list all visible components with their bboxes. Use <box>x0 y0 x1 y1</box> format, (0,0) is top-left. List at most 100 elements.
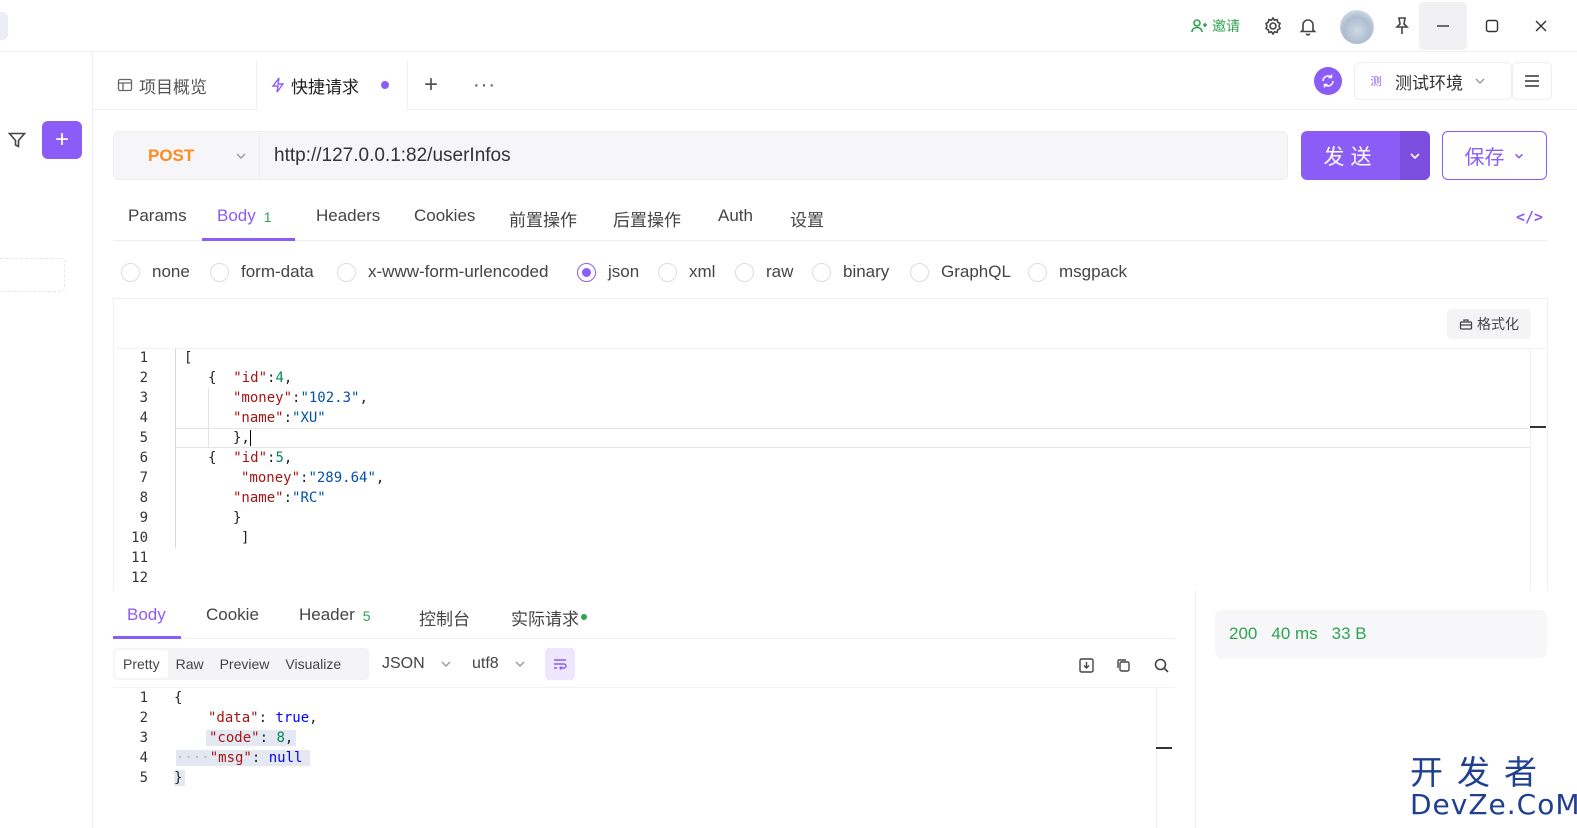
radio-body-xml[interactable]: xml <box>658 261 715 283</box>
minimize-button[interactable] <box>1419 2 1467 50</box>
generate-code-button[interactable]: </> <box>1516 208 1543 226</box>
line-number: 8 <box>139 490 148 506</box>
tab-badge: 1 <box>263 209 272 225</box>
invite-button[interactable]: 邀请 <box>1190 14 1240 38</box>
sidebar-collapse-handle[interactable] <box>0 12 8 40</box>
tab-label: 后置操作 <box>613 211 681 230</box>
tab-cookies[interactable]: Cookies <box>414 206 475 240</box>
maximize-button[interactable] <box>1468 2 1516 50</box>
tab-params[interactable]: Params <box>128 206 187 240</box>
menu-button[interactable] <box>1512 62 1552 100</box>
code-line: "money":"102.3", <box>233 390 368 406</box>
radio-body-none[interactable]: none <box>121 261 190 283</box>
view-mode-preview[interactable]: Preview <box>212 650 278 678</box>
view-mode-raw[interactable]: Raw <box>168 650 212 678</box>
view-mode-visualize[interactable]: Visualize <box>277 650 349 678</box>
format-button[interactable]: 格式化 <box>1447 309 1531 339</box>
view-mode-pretty[interactable]: Pretty <box>115 650 168 678</box>
more-icon: ··· <box>473 73 496 96</box>
search-response-button[interactable] <box>1150 654 1172 676</box>
plus-icon: + <box>424 71 439 98</box>
unsaved-indicator <box>381 81 389 89</box>
radio-body-raw[interactable]: raw <box>735 261 793 283</box>
close-icon <box>1535 20 1547 32</box>
close-window-button[interactable] <box>1517 2 1565 50</box>
environment-badge: 测 <box>1370 76 1382 88</box>
send-options-button[interactable] <box>1400 131 1430 180</box>
add-button[interactable]: + <box>42 121 82 159</box>
radio-label: json <box>608 262 640 281</box>
scrollbar-cursor-mark <box>1530 426 1546 428</box>
request-tabs-divider <box>113 240 1548 241</box>
tab-label: Body <box>217 206 256 225</box>
code-icon: </> <box>1516 208 1544 226</box>
tab-quick-request[interactable]: 快捷请求 <box>256 60 408 110</box>
response-tabs-divider <box>113 638 1175 639</box>
tab-label: 设置 <box>790 211 824 230</box>
radio-body-json[interactable]: json <box>577 261 639 283</box>
tab-settings[interactable]: 设置 <box>790 206 824 240</box>
pin-button[interactable] <box>1388 12 1416 40</box>
tab-auth[interactable]: Auth <box>718 206 753 240</box>
radio-body-form-data[interactable]: form-data <box>210 261 314 283</box>
radio-body-graphql[interactable]: GraphQL <box>910 261 1011 283</box>
editor-toolbar-divider <box>113 348 1548 349</box>
editor-scrollbar[interactable] <box>1530 349 1548 590</box>
tab-pre-request[interactable]: 前置操作 <box>509 206 577 240</box>
radio-circle <box>210 262 229 282</box>
url-value: http://127.0.0.1:82/userInfos <box>274 144 511 166</box>
notifications-button[interactable] <box>1294 12 1322 40</box>
tab-project-overview[interactable]: 项目概览 <box>117 60 207 110</box>
radio-label: none <box>152 262 190 281</box>
format-select[interactable]: JSON <box>382 648 453 680</box>
response-tab-cookie[interactable]: Cookie <box>206 605 259 635</box>
send-button[interactable]: 发送 <box>1301 131 1400 180</box>
response-tab-body[interactable]: Body <box>127 605 166 635</box>
wrap-icon <box>554 659 567 670</box>
code-line: { "id":5, <box>208 450 293 466</box>
line-number: 2 <box>139 370 148 386</box>
chevron-down-icon <box>441 661 451 667</box>
line-number: 2 <box>139 710 148 726</box>
line-number: 9 <box>139 510 148 526</box>
pin-icon <box>1395 17 1409 34</box>
settings-button[interactable] <box>1259 12 1287 40</box>
save-button[interactable]: 保存 <box>1442 131 1547 180</box>
encoding-select[interactable]: utf8 <box>472 648 527 680</box>
tab-headers[interactable]: Headers <box>316 206 380 240</box>
more-tabs-button[interactable]: ··· <box>473 60 496 110</box>
response-tab-console[interactable]: 控制台 <box>419 605 470 635</box>
radio-circle <box>812 262 831 282</box>
line-number: 4 <box>139 750 148 766</box>
radio-label: raw <box>766 262 794 281</box>
method-select[interactable]: POST <box>113 131 259 180</box>
radio-circle <box>121 262 140 282</box>
active-tab-indicator <box>202 238 295 241</box>
encoding-value: utf8 <box>472 655 499 672</box>
active-tab-indicator <box>113 636 181 639</box>
response-tab-header[interactable]: Header 5 <box>299 605 371 635</box>
download-response-button[interactable] <box>1075 654 1097 676</box>
watermark-en: DevZe.CoM <box>1410 788 1577 821</box>
radio-circle <box>577 262 596 282</box>
scrollbar-cursor-mark <box>1156 747 1172 749</box>
response-status-summary: 200 40 ms 33 B <box>1215 610 1547 658</box>
filter-button[interactable] <box>0 122 34 158</box>
radio-body-msgpack[interactable]: msgpack <box>1028 261 1127 283</box>
response-tab-actual-request[interactable]: 实际请求 <box>511 605 587 635</box>
new-tab-button[interactable]: + <box>424 60 438 110</box>
radio-body-binary[interactable]: binary <box>812 261 889 283</box>
response-panel-divider <box>1195 590 1196 828</box>
user-avatar[interactable] <box>1340 10 1374 44</box>
url-input[interactable]: http://127.0.0.1:82/userInfos <box>259 131 1288 180</box>
tab-post-request[interactable]: 后置操作 <box>613 206 681 240</box>
copy-response-button[interactable] <box>1112 654 1134 676</box>
code-line: ] <box>241 530 250 546</box>
environment-sync-button[interactable] <box>1314 67 1342 95</box>
radio-body-urlencoded[interactable]: x-www-form-urlencoded <box>337 261 548 283</box>
response-scrollbar[interactable] <box>1156 688 1174 828</box>
code-line: "code": 8, <box>206 730 297 746</box>
environment-select[interactable]: 测 测试环境 <box>1354 62 1512 100</box>
word-wrap-toggle[interactable] <box>545 648 575 680</box>
tab-body[interactable]: Body 1 <box>217 206 272 240</box>
